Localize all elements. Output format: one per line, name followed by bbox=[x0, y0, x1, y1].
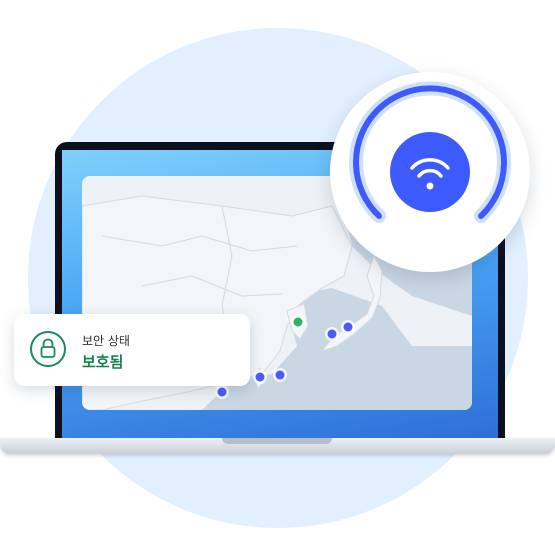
security-status-label: 보안 상태 bbox=[82, 334, 130, 348]
server-marker[interactable] bbox=[217, 387, 227, 397]
server-marker[interactable] bbox=[275, 370, 285, 380]
server-marker[interactable] bbox=[343, 322, 353, 332]
active-server-marker[interactable] bbox=[293, 317, 303, 327]
security-status-card: 보안 상태 보호됨 bbox=[14, 314, 250, 386]
lock-icon bbox=[30, 331, 66, 367]
server-marker[interactable] bbox=[255, 372, 265, 382]
server-marker[interactable] bbox=[327, 329, 337, 339]
security-status-value: 보호됨 bbox=[82, 353, 124, 371]
connection-indicator bbox=[330, 72, 530, 272]
laptop-hinge-notch bbox=[222, 438, 332, 444]
